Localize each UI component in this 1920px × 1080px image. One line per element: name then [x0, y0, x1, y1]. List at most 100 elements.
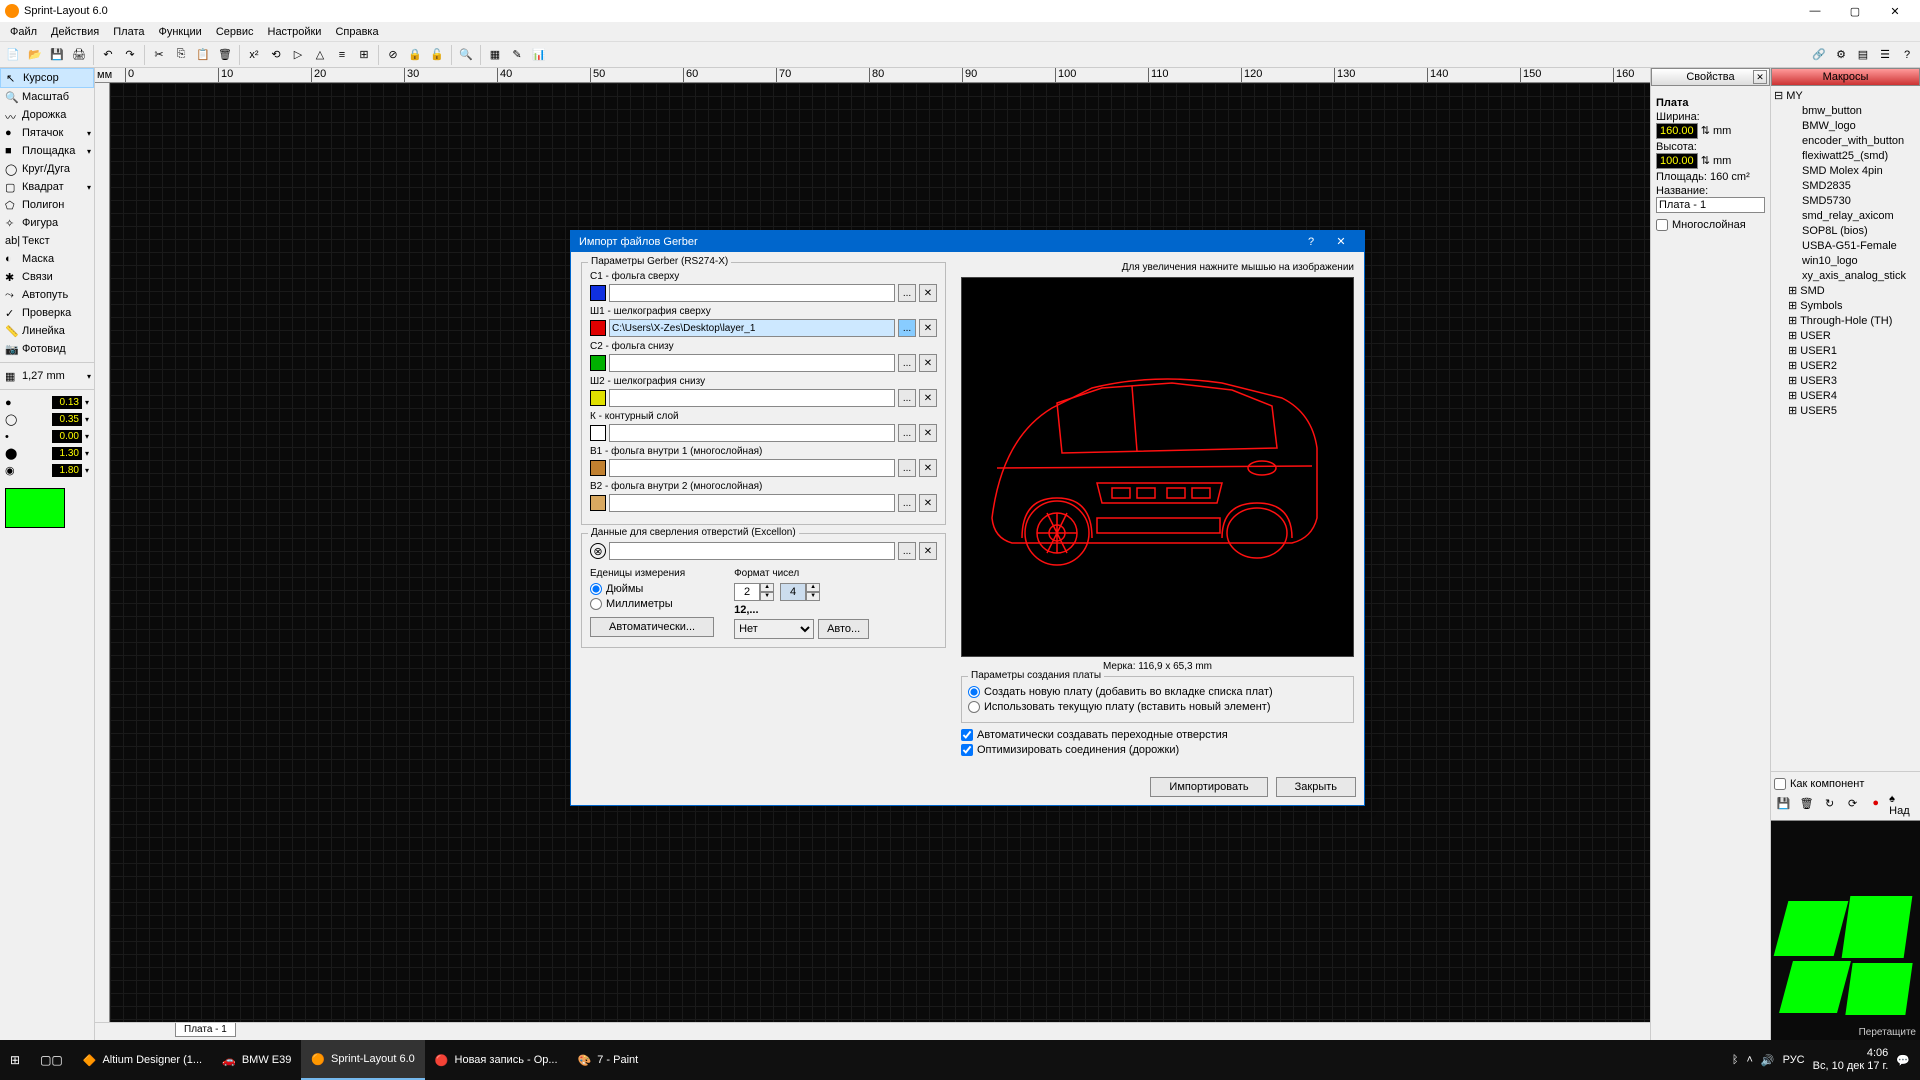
- start-button[interactable]: ⊞: [0, 1040, 30, 1080]
- drill-file-input[interactable]: [609, 542, 895, 560]
- tool-Проверка[interactable]: ✓Проверка: [0, 304, 94, 322]
- link-icon[interactable]: 🔗: [1809, 45, 1829, 65]
- multilayer-checkbox[interactable]: [1656, 219, 1668, 231]
- layer-browse-4[interactable]: ...: [898, 424, 916, 442]
- open-icon[interactable]: 📂: [25, 45, 45, 65]
- layer-browse-6[interactable]: ...: [898, 494, 916, 512]
- layer-browse-1[interactable]: ...: [898, 319, 916, 337]
- macro-delete-icon[interactable]: 🗑: [1797, 793, 1816, 813]
- list-icon[interactable]: ☰: [1875, 45, 1895, 65]
- menu-Настройки[interactable]: Настройки: [261, 26, 329, 38]
- fmt-b-input[interactable]: [780, 583, 806, 601]
- tray-up-icon[interactable]: ˄: [1746, 1054, 1752, 1066]
- layers-icon[interactable]: ▦: [485, 45, 505, 65]
- layer-file-input-5[interactable]: [609, 459, 895, 477]
- color-preview[interactable]: [5, 488, 65, 528]
- edit-icon[interactable]: ✎: [507, 45, 527, 65]
- snap-icon[interactable]: ⊞: [354, 45, 374, 65]
- size-row-2[interactable]: •0.00▾: [0, 428, 94, 445]
- tool-Курсор[interactable]: ↖Курсор: [0, 68, 94, 88]
- copy-icon[interactable]: ⎘: [171, 45, 191, 65]
- taskbar-app[interactable]: 🚗BMW E39: [212, 1040, 301, 1080]
- macro-item[interactable]: flexiwatt25_(smd): [1774, 149, 1917, 164]
- macro-folder[interactable]: ⊞ USER4: [1774, 389, 1917, 404]
- menu-Сервис[interactable]: Сервис: [209, 26, 261, 38]
- unlock-icon[interactable]: 🔓: [427, 45, 447, 65]
- board-tab[interactable]: Плата - 1: [175, 1023, 236, 1037]
- tool-Линейка[interactable]: 📏Линейка: [0, 322, 94, 340]
- layer-clear-4[interactable]: ✕: [919, 424, 937, 442]
- bluetooth-icon[interactable]: ᛒ: [1732, 1054, 1739, 1066]
- layer-clear-0[interactable]: ✕: [919, 284, 937, 302]
- macro-save-icon[interactable]: 💾: [1774, 793, 1793, 813]
- notifications-icon[interactable]: 💬: [1896, 1054, 1910, 1067]
- create-new-radio[interactable]: [968, 686, 980, 698]
- clock[interactable]: 4:06 Вс, 10 дек 17 г.: [1813, 1047, 1889, 1073]
- dialog-close-icon[interactable]: ✕: [1326, 235, 1356, 248]
- layer-file-input-1[interactable]: [609, 319, 895, 337]
- taskbar-app[interactable]: 🟠Sprint-Layout 6.0: [301, 1040, 424, 1080]
- macro-folder[interactable]: ⊞ USER5: [1774, 404, 1917, 419]
- macro-tree[interactable]: ⊟ MYbmw_buttonBMW_logoencoder_with_butto…: [1771, 86, 1920, 771]
- macro-item[interactable]: SMD2835: [1774, 179, 1917, 194]
- tool-Маска[interactable]: ◐Маска: [0, 250, 94, 268]
- taskbar-app[interactable]: 🎨7 - Paint: [568, 1040, 649, 1080]
- close-panel-icon[interactable]: ✕: [1753, 70, 1767, 84]
- as-component-checkbox[interactable]: [1774, 778, 1786, 790]
- dialog-help-icon[interactable]: ?: [1296, 236, 1326, 248]
- layer-file-input-0[interactable]: [609, 284, 895, 302]
- macro-folder[interactable]: ⊞ USER1: [1774, 344, 1917, 359]
- new-icon[interactable]: 📄: [3, 45, 23, 65]
- tool-Масштаб[interactable]: 🔍Масштаб: [0, 88, 94, 106]
- macro-folder[interactable]: ⊞ Symbols: [1774, 299, 1917, 314]
- maximize-button[interactable]: ▢: [1835, 1, 1875, 21]
- layer-file-input-4[interactable]: [609, 424, 895, 442]
- macro-folder[interactable]: ⊞ Through-Hole (TH): [1774, 314, 1917, 329]
- auto-units-button[interactable]: Автоматически...: [590, 617, 714, 637]
- macro-item[interactable]: win10_logo: [1774, 254, 1917, 269]
- tool-Круг/Дуга[interactable]: ◯Круг/Дуга: [0, 160, 94, 178]
- taskbar-app[interactable]: 🔶Altium Designer (1...: [73, 1040, 212, 1080]
- save-icon[interactable]: 💾: [47, 45, 67, 65]
- task-view-icon[interactable]: ▢▢: [30, 1040, 73, 1080]
- macro-item[interactable]: xy_axis_analog_stick: [1774, 269, 1917, 284]
- drill-browse-button[interactable]: ...: [898, 542, 916, 560]
- layer-file-input-3[interactable]: [609, 389, 895, 407]
- layer-file-input-2[interactable]: [609, 354, 895, 372]
- tool-Текст[interactable]: ab|Текст: [0, 232, 94, 250]
- close-dialog-button[interactable]: Закрыть: [1276, 777, 1356, 797]
- undo-icon[interactable]: ↶: [98, 45, 118, 65]
- tool-Связи[interactable]: ✱Связи: [0, 268, 94, 286]
- align-icon[interactable]: ≡: [332, 45, 352, 65]
- menu-Действия[interactable]: Действия: [44, 26, 106, 38]
- remove-icon[interactable]: ⊘: [383, 45, 403, 65]
- rotate-icon[interactable]: ⟲: [266, 45, 286, 65]
- tool-Полигон[interactable]: ⬠Полигон: [0, 196, 94, 214]
- auto-via-checkbox[interactable]: [961, 729, 973, 741]
- macro-refresh-icon[interactable]: ↻: [1820, 793, 1839, 813]
- tool-Фотовид[interactable]: 📷Фотовид: [0, 340, 94, 358]
- menu-Справка[interactable]: Справка: [328, 26, 385, 38]
- macro-item[interactable]: SMD5730: [1774, 194, 1917, 209]
- search-icon[interactable]: 🔍: [456, 45, 476, 65]
- grid-size[interactable]: ▦1,27 mm▾: [0, 367, 94, 385]
- mirror-v-icon[interactable]: △: [310, 45, 330, 65]
- macro-flag-icon[interactable]: ●: [1866, 793, 1885, 813]
- board-name-input[interactable]: [1656, 197, 1765, 213]
- size-row-1[interactable]: ◯0.35▾: [0, 411, 94, 428]
- print-icon[interactable]: 🖨: [69, 45, 89, 65]
- fmt-auto-button[interactable]: Авто...: [818, 619, 869, 639]
- mirror-h-icon[interactable]: ▷: [288, 45, 308, 65]
- menu-Плата[interactable]: Плата: [106, 26, 151, 38]
- layer-clear-2[interactable]: ✕: [919, 354, 937, 372]
- tool-icon[interactable]: x²: [244, 45, 264, 65]
- layer-browse-3[interactable]: ...: [898, 389, 916, 407]
- size-row-0[interactable]: ●0.13▾: [0, 394, 94, 411]
- layer-browse-0[interactable]: ...: [898, 284, 916, 302]
- tool-Квадрат[interactable]: ▢Квадрат▾: [0, 178, 94, 196]
- height-value[interactable]: 100.00: [1656, 153, 1698, 169]
- volume-icon[interactable]: 🔊: [1761, 1054, 1775, 1067]
- close-button[interactable]: ✕: [1875, 1, 1915, 21]
- layer-browse-2[interactable]: ...: [898, 354, 916, 372]
- minimize-button[interactable]: —: [1795, 1, 1835, 21]
